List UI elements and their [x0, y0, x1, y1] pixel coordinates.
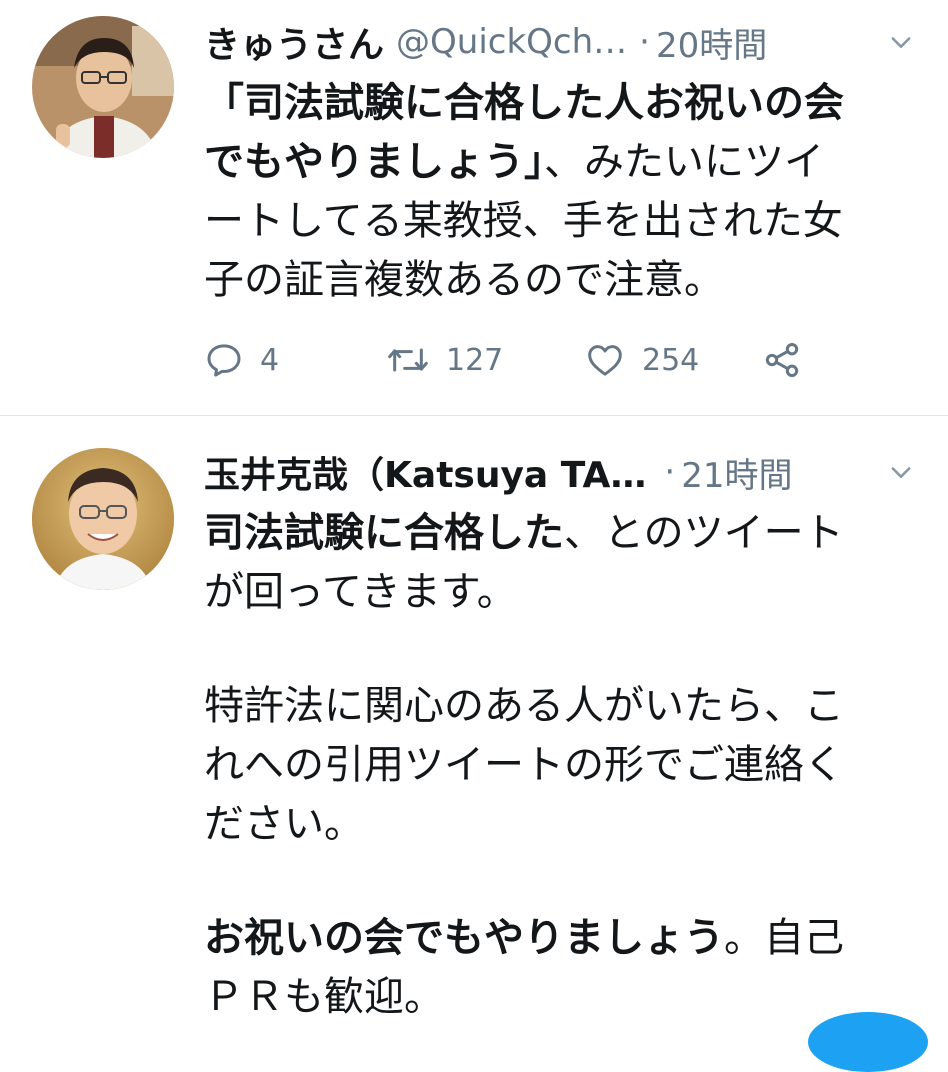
retweet-button[interactable]: 127 [386, 340, 584, 380]
tweet-timestamp[interactable]: 21時間 [681, 448, 792, 497]
tweet-line: でもやりましょう」、みたいにツイ [204, 133, 918, 192]
tweet-line: ートしてる某教授、手を出された女 [204, 198, 843, 244]
author-handle[interactable]: @QuickQch… [396, 22, 627, 62]
tweet-1[interactable]: きゅうさん @QuickQch… · 20時間 「司法試験に合格した人お祝いの会… [0, 0, 948, 416]
tweet-line-rest: 。自己 [724, 915, 844, 961]
compose-tweet-button[interactable] [808, 1012, 928, 1072]
reply-icon [207, 344, 241, 377]
user-avatar[interactable] [32, 448, 174, 590]
tweet-line-bold: 司法試験に合格した [204, 510, 564, 556]
tweet-line-bold: お祝いの会でもやりましょう [204, 915, 724, 961]
tweet-line: れへの引用ツイートの形でご連絡く [204, 742, 844, 788]
tweet-actions: 4 127 254 [204, 340, 802, 380]
tweet-line: ださい。 [204, 801, 364, 847]
tweet-line-rest: 、みたいにツイ [544, 139, 824, 185]
reply-button[interactable]: 4 [204, 340, 386, 380]
tweet-text: 「司法試験に合格した人お祝いの会 でもやりましょう」、みたいにツイ ートしてる某… [204, 74, 918, 310]
chevron-down-icon[interactable] [884, 25, 918, 59]
like-button[interactable]: 254 [584, 340, 762, 380]
retweet-count: 127 [446, 342, 504, 378]
like-count: 254 [642, 342, 700, 378]
tweet-line: 司法試験に合格した、とのツイート [204, 504, 918, 563]
avatar-photo-icon [32, 448, 174, 590]
tweet-line: 子の証言複数あるので注意。 [204, 257, 724, 303]
tweet-2[interactable]: 玉井克哉（Katsuya TA… · 21時間 司法試験に合格した、とのツイート… [0, 416, 948, 1024]
tweet-text: 司法試験に合格した、とのツイート が回ってきます。 特許法に関心のある人がいたら… [204, 504, 918, 1027]
retweet-icon [388, 348, 428, 372]
tweet-line-bold: でもやりましょう」 [204, 139, 544, 185]
separator-dot: · [639, 22, 650, 62]
tweet-line: 「司法試験に合格した人お祝いの会 [204, 80, 844, 126]
author-name[interactable]: 玉井克哉（Katsuya TA… [204, 446, 646, 498]
tweet-line: 特許法に関心のある人がいたら、こ [204, 683, 844, 729]
tweet-line: お祝いの会でもやりましょう。自己 [204, 909, 918, 968]
avatar-photo-icon [32, 16, 174, 158]
tweet-line-rest: 、とのツイート [564, 510, 844, 556]
author-name[interactable]: きゅうさん [204, 16, 384, 68]
tweet-timestamp[interactable]: 20時間 [656, 18, 767, 67]
tweet-header: 玉井克哉（Katsuya TA… · 21時間 [204, 442, 918, 502]
heart-icon [588, 345, 622, 376]
user-avatar[interactable] [32, 16, 174, 158]
separator-dot: · [664, 452, 676, 492]
share-button[interactable] [762, 340, 802, 380]
reply-count: 4 [260, 342, 280, 378]
share-icon [765, 343, 799, 377]
chevron-down-icon[interactable] [884, 455, 918, 489]
tweet-line: ＰＲも歓迎。 [204, 974, 444, 1020]
tweet-line: が回ってきます。 [204, 569, 517, 615]
tweet-header: きゅうさん @QuickQch… · 20時間 [204, 12, 918, 72]
